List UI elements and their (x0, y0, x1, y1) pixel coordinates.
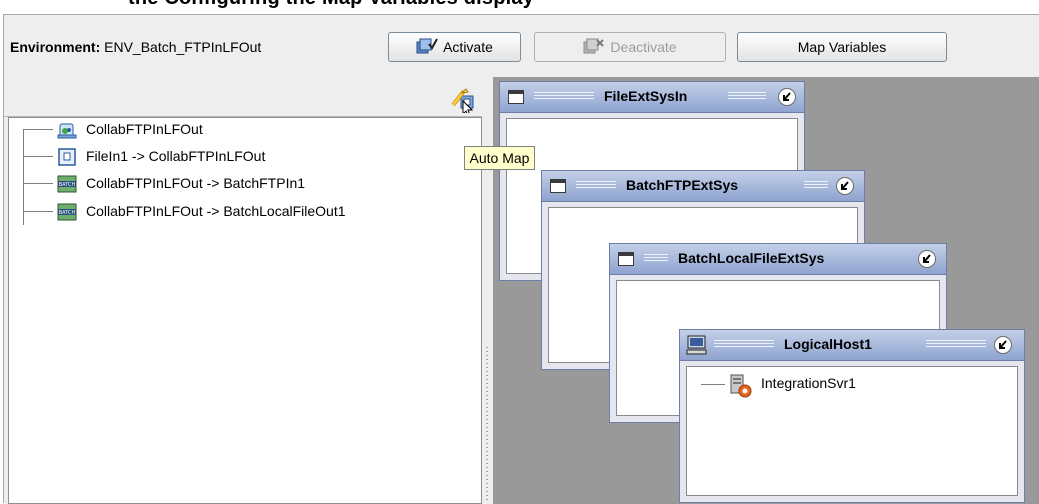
window-titlebar[interactable]: BatchLocalFileExtSys (610, 244, 946, 275)
activate-label: Activate (443, 39, 493, 55)
environment-label: Environment: ENV_Batch_FTPInLFOut (10, 39, 261, 55)
integration-server-label[interactable]: IntegrationSvr1 (761, 375, 856, 391)
tree-item-label: CollabFTPInLFOut (86, 121, 203, 137)
window-icon (508, 90, 524, 104)
deactivate-label: Deactivate (610, 39, 677, 55)
minimize-icon[interactable] (994, 336, 1012, 354)
page-caption: the Configuring the Map Variables displa… (0, 0, 1039, 14)
window-titlebar[interactable]: LogicalHost1 (680, 330, 1024, 361)
map-variables-button[interactable]: Map Variables (737, 32, 947, 62)
panel-splitter[interactable] (483, 77, 493, 504)
deactivate-button[interactable]: Deactivate (534, 32, 726, 62)
window-icon (550, 179, 566, 193)
auto-map-tooltip: Auto Map (464, 146, 535, 170)
map-variables-label: Map Variables (797, 39, 887, 55)
toolbar: Environment: ENV_Batch_FTPInLFOut Activa… (4, 15, 1039, 65)
mapping-tree: CollabFTPInLFOut FileIn1 -> CollabFTPInL… (8, 117, 482, 504)
logical-host-icon (686, 335, 708, 358)
svg-text:BATCH: BATCH (59, 182, 76, 188)
activate-button[interactable]: Activate (388, 32, 521, 62)
tree-item-label: CollabFTPInLFOut -> BatchFTPIn1 (86, 175, 306, 191)
mapping-panel: CollabFTPInLFOut FileIn1 -> CollabFTPInL… (4, 83, 483, 504)
window-titlebar[interactable]: BatchFTPExtSys (542, 171, 864, 202)
window-titlebar[interactable]: FileExtSysIn (500, 82, 804, 113)
tooltip-text: Auto Map (469, 150, 530, 166)
window-title: FileExtSysIn (604, 88, 688, 104)
tree-item-label: CollabFTPInLFOut -> BatchLocalFileOut1 (86, 203, 346, 219)
window-title: LogicalHost1 (784, 336, 872, 352)
file-connection-icon (57, 147, 77, 167)
auto-map-icon (451, 88, 474, 117)
minimize-icon[interactable] (778, 88, 796, 106)
window-body: IntegrationSvr1 (686, 366, 1018, 496)
tree-connector (701, 384, 725, 385)
batch-connection-icon: BATCH (57, 202, 77, 222)
activate-icon (416, 37, 438, 58)
deactivate-icon (583, 37, 605, 58)
window-title: BatchLocalFileExtSys (678, 250, 825, 266)
environment-editor: Environment: ENV_Batch_FTPInLFOut Activa… (3, 14, 1039, 504)
tree-item-label: FileIn1 -> CollabFTPInLFOut (86, 148, 266, 164)
environment-name: ENV_Batch_FTPInLFOut (104, 39, 262, 55)
mapping-panel-header (4, 83, 482, 117)
caption-text: the Configuring the Map Variables displa… (128, 0, 534, 10)
auto-map-button[interactable] (450, 87, 476, 117)
window-icon (618, 252, 634, 266)
integration-server-icon (727, 373, 753, 402)
minimize-icon[interactable] (918, 250, 936, 268)
minimize-icon[interactable] (836, 177, 854, 195)
environment-canvas[interactable]: FileExtSysIn BatchFTPExtSys BatchLocalFi… (493, 77, 1039, 504)
environment-caption: Environment: (10, 39, 101, 55)
svg-text:BATCH: BATCH (59, 210, 76, 216)
logical-host-window[interactable]: LogicalHost1 IntegrationSvr1 (679, 329, 1025, 503)
batch-connection-icon: BATCH (57, 174, 77, 194)
window-title: BatchFTPExtSys (626, 177, 739, 193)
collaboration-icon (57, 120, 77, 140)
